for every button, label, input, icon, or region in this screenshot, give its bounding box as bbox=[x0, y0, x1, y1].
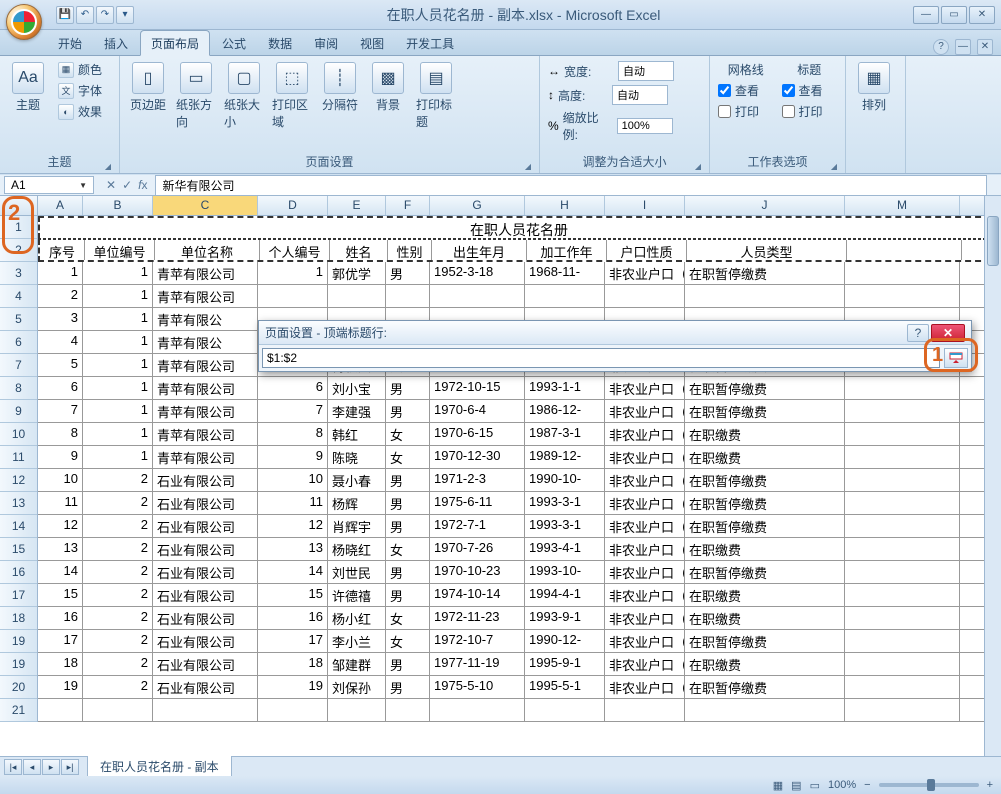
first-sheet-icon[interactable]: |◂ bbox=[4, 759, 22, 775]
zoom-out-button[interactable]: − bbox=[864, 779, 870, 791]
width-icon: ↔ bbox=[548, 64, 560, 78]
tab-view[interactable]: 视图 bbox=[350, 31, 394, 55]
headings-print-check[interactable]: 打印 bbox=[780, 102, 840, 121]
ribbon-minimize-icon[interactable]: — bbox=[955, 39, 971, 55]
view-break-icon[interactable]: ▭ bbox=[810, 779, 820, 792]
tab-page-layout[interactable]: 页面布局 bbox=[140, 30, 210, 56]
annotation-num-1: 1 bbox=[932, 344, 943, 367]
themes-button[interactable]: Aa主题 bbox=[6, 60, 50, 115]
margins-button[interactable]: ▯页边距 bbox=[126, 60, 170, 115]
print-area-button[interactable]: ⬚打印区域 bbox=[270, 60, 314, 132]
quick-access-toolbar: 💾 ↶ ↷ ▾ bbox=[56, 6, 134, 24]
redo-icon[interactable]: ↷ bbox=[96, 6, 114, 24]
page-setup-dialog: 页面设置 - 顶端标题行: ? ✕ bbox=[258, 320, 972, 372]
zoom-in-button[interactable]: + bbox=[987, 779, 993, 791]
zoom-value[interactable]: 100% bbox=[828, 779, 856, 791]
ribbon-tabs: 开始 插入 页面布局 公式 数据 审阅 视图 开发工具 ? — ✕ bbox=[0, 30, 1001, 56]
office-button[interactable] bbox=[6, 4, 42, 40]
doc-close-icon[interactable]: ✕ bbox=[977, 39, 993, 55]
tab-start[interactable]: 开始 bbox=[48, 31, 92, 55]
height-select[interactable]: 自动 bbox=[612, 85, 668, 105]
breaks-button[interactable]: ┊分隔符 bbox=[318, 60, 362, 115]
dialog-help-button[interactable]: ? bbox=[907, 324, 929, 342]
group-sheet-opts-label: 工作表选项 bbox=[716, 152, 839, 171]
cancel-fx-icon[interactable]: ✕ bbox=[106, 178, 116, 192]
close-button[interactable]: ✕ bbox=[969, 6, 995, 24]
view-normal-icon[interactable]: ▦ bbox=[773, 779, 783, 792]
title-bar: 💾 ↶ ↷ ▾ 在职人员花名册 - 副本.xlsx - Microsoft Ex… bbox=[0, 0, 1001, 30]
group-theme-label: 主题 bbox=[6, 152, 113, 171]
undo-icon[interactable]: ↶ bbox=[76, 6, 94, 24]
tab-dev[interactable]: 开发工具 bbox=[396, 31, 464, 55]
tab-insert[interactable]: 插入 bbox=[94, 31, 138, 55]
view-layout-icon[interactable]: ▤ bbox=[791, 779, 801, 792]
headings-view-check[interactable]: 查看 bbox=[780, 81, 840, 100]
tab-review[interactable]: 审阅 bbox=[304, 31, 348, 55]
help-icon[interactable]: ? bbox=[933, 39, 949, 55]
dialog-title: 页面设置 - 顶端标题行: bbox=[265, 324, 907, 341]
tab-data[interactable]: 数据 bbox=[258, 31, 302, 55]
last-sheet-icon[interactable]: ▸| bbox=[61, 759, 79, 775]
gridlines-print-check[interactable]: 打印 bbox=[716, 102, 776, 121]
arrange-button[interactable]: ▦排列 bbox=[852, 60, 896, 115]
title-rows-input[interactable] bbox=[262, 348, 940, 368]
gridlines-view-check[interactable]: 查看 bbox=[716, 81, 776, 100]
name-box[interactable]: A1▼ bbox=[4, 176, 94, 194]
vertical-scrollbar[interactable] bbox=[984, 196, 1001, 756]
zoom-slider[interactable] bbox=[879, 783, 979, 787]
annotation-num-2: 2 bbox=[8, 200, 20, 226]
status-bar: ▦ ▤ ▭ 100% − + bbox=[0, 776, 1001, 794]
scale-input[interactable]: 100% bbox=[617, 118, 673, 134]
headings-label: 标题 bbox=[780, 60, 840, 79]
height-icon: ↕ bbox=[548, 88, 554, 102]
row-headers[interactable]: 12345678910111213141516171819192021 bbox=[0, 216, 38, 722]
theme-colors-button[interactable]: ▦颜色 bbox=[54, 60, 106, 79]
theme-effects-button[interactable]: ◐效果 bbox=[54, 102, 106, 121]
next-sheet-icon[interactable]: ▸ bbox=[42, 759, 60, 775]
print-titles-button[interactable]: ▤打印标题 bbox=[414, 60, 458, 132]
save-icon[interactable]: 💾 bbox=[56, 6, 74, 24]
prev-sheet-icon[interactable]: ◂ bbox=[23, 759, 41, 775]
width-select[interactable]: 自动 bbox=[618, 61, 674, 81]
window-title: 在职人员花名册 - 副本.xlsx - Microsoft Excel bbox=[134, 5, 913, 25]
formula-input[interactable]: 新华有限公司 bbox=[155, 175, 987, 196]
sheet-tab-bar: |◂ ◂ ▸ ▸| 在职人员花名册 - 副本 bbox=[0, 756, 1001, 776]
tab-formula[interactable]: 公式 bbox=[212, 31, 256, 55]
background-button[interactable]: ▩背景 bbox=[366, 60, 410, 115]
qat-more-icon[interactable]: ▾ bbox=[116, 6, 134, 24]
group-scale-label: 调整为合适大小 bbox=[546, 152, 703, 171]
sheet-tab[interactable]: 在职人员花名册 - 副本 bbox=[87, 756, 232, 778]
minimize-button[interactable]: — bbox=[913, 6, 939, 24]
column-headers[interactable]: ABCDEFGHIJM bbox=[38, 196, 1001, 216]
maximize-button[interactable]: ▭ bbox=[941, 6, 967, 24]
gridlines-label: 网格线 bbox=[716, 60, 776, 79]
orientation-button[interactable]: ▭纸张方向 bbox=[174, 60, 218, 132]
worksheet[interactable]: ABCDEFGHIJM 1234567891011121314151617181… bbox=[0, 196, 1001, 756]
group-page-setup-label: 页面设置 bbox=[126, 152, 533, 171]
accept-fx-icon[interactable]: ✓ bbox=[122, 178, 132, 192]
ribbon: Aa主题 ▦颜色 文字体 ◐效果 主题 ▯页边距 ▭纸张方向 ▢纸张大小 ⬚打印… bbox=[0, 56, 1001, 174]
theme-fonts-button[interactable]: 文字体 bbox=[54, 81, 106, 100]
fx-icon[interactable]: fx bbox=[138, 178, 147, 192]
scale-icon: % bbox=[548, 119, 559, 133]
size-button[interactable]: ▢纸张大小 bbox=[222, 60, 266, 132]
formula-bar: A1▼ ✕ ✓ fx 新华有限公司 bbox=[0, 174, 1001, 196]
